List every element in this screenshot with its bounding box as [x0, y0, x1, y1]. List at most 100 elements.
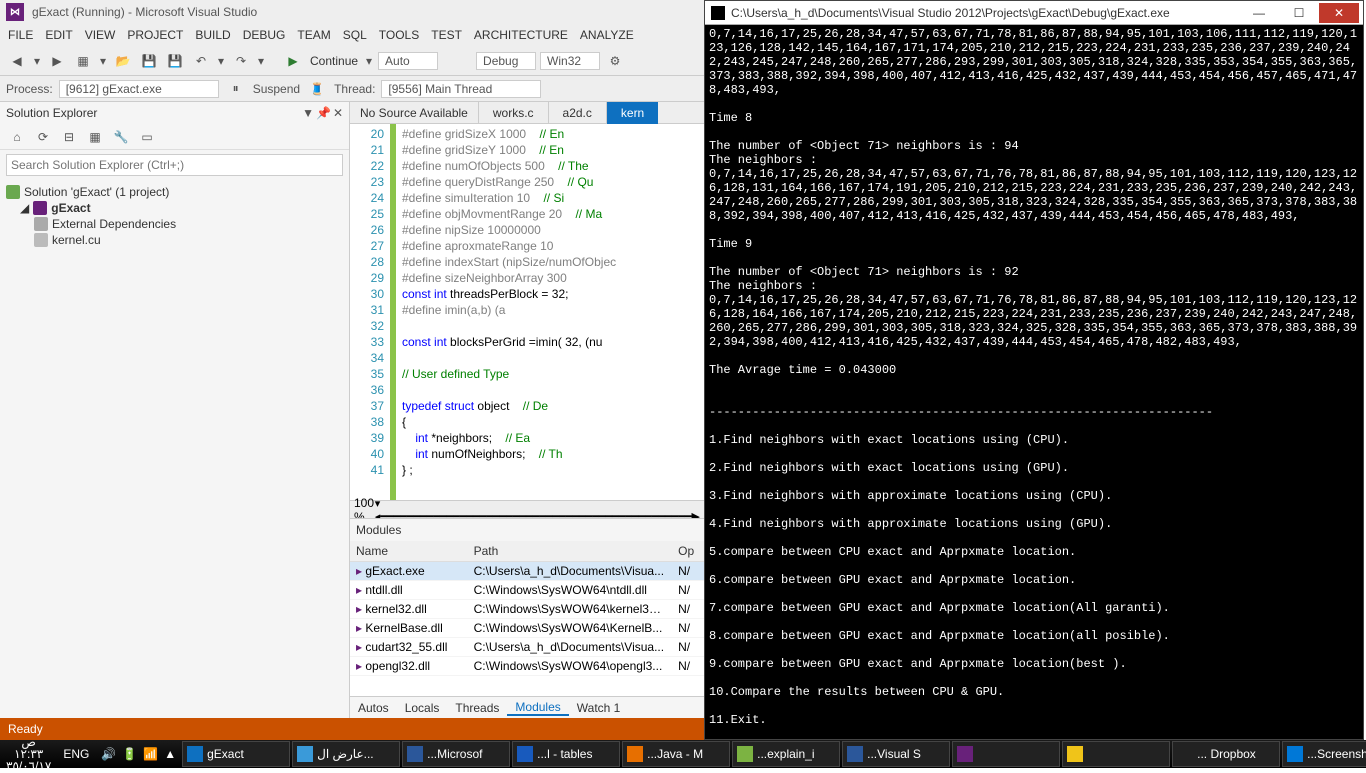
menu-build[interactable]: BUILD [195, 28, 230, 42]
maximize-button[interactable]: ☐ [1279, 3, 1319, 23]
vs-titlebar[interactable]: ⋈ gExact (Running) - Microsoft Visual St… [0, 0, 704, 24]
close-button[interactable]: ✕ [1319, 3, 1359, 23]
open-icon[interactable]: 📂 [112, 50, 134, 72]
taskbar-tasks[interactable]: gExactعارض ال......Microsof...l - tables… [182, 741, 1366, 767]
task-item[interactable] [952, 741, 1060, 767]
undo-icon[interactable]: ↶ [190, 50, 212, 72]
preview-icon[interactable]: ▭ [136, 126, 158, 148]
properties-icon[interactable]: 🔧 [110, 126, 132, 148]
solution-search[interactable] [0, 150, 349, 180]
close-icon[interactable]: ✕ [333, 106, 343, 120]
tree-solution[interactable]: Solution 'gExact' (1 project) [24, 185, 169, 199]
code-editor[interactable]: 2021222324252627282930313233343536373839… [350, 124, 704, 500]
task-item[interactable]: ... Dropbox [1172, 741, 1280, 767]
menu-architecture[interactable]: ARCHITECTURE [474, 28, 568, 42]
tray-icon[interactable]: 📶 [143, 747, 158, 761]
module-row[interactable]: ▸ kernel32.dllC:\Windows\SysWOW64\kernel… [350, 600, 704, 619]
suspend-button[interactable]: Suspend [253, 82, 300, 96]
menu-view[interactable]: VIEW [85, 28, 116, 42]
zoom-control[interactable]: 100 % ▾ ◂━━━━━━━━━━━━━━━━━━━━━━━━━━━━━━━… [350, 500, 704, 518]
tab-works[interactable]: works.c [478, 102, 548, 124]
task-item[interactable]: gExact [182, 741, 290, 767]
vs-menubar[interactable]: FILE EDIT VIEW PROJECT BUILD DEBUG TEAM SQL TOOL… [0, 24, 704, 46]
task-item[interactable]: عارض ال... [292, 741, 400, 767]
taskbar[interactable]: ص ١٢:٣٣ ٣٥/٠٦/١٧ ENG 🔊 🔋 📶 ▲ gExactعارض … [0, 740, 1366, 768]
tray-icon[interactable]: ▲ [164, 747, 176, 761]
pin-icon[interactable]: 📌 [316, 106, 331, 120]
vs-debug-toolbar[interactable]: Process: [9612] gExact.exe ⏸ Suspend 🧵 T… [0, 76, 704, 102]
task-item[interactable]: ...Screensh [1282, 741, 1366, 767]
tree-project[interactable]: gExact [51, 201, 90, 215]
modules-title[interactable]: Modules [350, 519, 704, 541]
toolbar-extra-icon[interactable]: ⚙ [604, 50, 626, 72]
vs-toolbar[interactable]: ◀▾ ▶ ▦▾ 📂 💾 💾 ↶▾ ↷▾ ▶ Continue▾ Auto Deb… [0, 46, 704, 76]
task-item[interactable]: ...explain_i [732, 741, 840, 767]
bottom-tab[interactable]: Modules [507, 700, 568, 716]
menu-project[interactable]: PROJECT [127, 28, 183, 42]
language-indicator[interactable]: ENG [57, 747, 95, 761]
module-row[interactable]: ▸ ntdll.dllC:\Windows\SysWOW64\ntdll.dll… [350, 581, 704, 600]
thread-dropdown[interactable]: [9556] Main Thread [381, 80, 541, 98]
new-icon[interactable]: ▦ [72, 50, 94, 72]
module-row[interactable]: ▸ gExact.exeC:\Users\a_h_d\Documents\Vis… [350, 562, 704, 581]
bottom-tab[interactable]: Locals [397, 701, 448, 715]
task-item[interactable]: ...Java - M [622, 741, 730, 767]
tree-file[interactable]: kernel.cu [52, 233, 101, 247]
menu-test[interactable]: TEST [431, 28, 462, 42]
module-row[interactable]: ▸ KernelBase.dllC:\Windows\SysWOW64\Kern… [350, 619, 704, 638]
console-body[interactable]: 0,7,14,16,17,25,26,28,34,47,57,63,67,71,… [705, 25, 1363, 739]
menu-debug[interactable]: DEBUG [243, 28, 286, 42]
tab-kernel[interactable]: kern [606, 102, 658, 124]
pause-icon[interactable]: ⏸ [225, 78, 247, 100]
continue-button[interactable]: Continue [308, 54, 360, 68]
forward-icon[interactable]: ▶ [46, 50, 68, 72]
menu-team[interactable]: TEAM [297, 28, 330, 42]
task-item[interactable]: ...Visual S [842, 741, 950, 767]
task-item[interactable] [1062, 741, 1170, 767]
status-bar: Ready [0, 718, 704, 740]
module-row[interactable]: ▸ opengl32.dllC:\Windows\SysWOW64\opengl… [350, 657, 704, 676]
task-item[interactable]: ...Microsof [402, 741, 510, 767]
menu-tools[interactable]: TOOLS [379, 28, 419, 42]
solution-search-input[interactable] [6, 154, 343, 176]
config-debug-dropdown[interactable]: Debug [476, 52, 536, 70]
showall-icon[interactable]: ▦ [84, 126, 106, 148]
system-tray[interactable]: 🔊 🔋 📶 ▲ [95, 747, 182, 761]
solution-tree[interactable]: Solution 'gExact' (1 project) ◢gExact Ex… [0, 180, 349, 718]
solution-explorer-toolbar[interactable]: ⌂ ⟳ ⊟ ▦ 🔧 ▭ [0, 124, 349, 150]
tab-a2d[interactable]: a2d.c [548, 102, 606, 124]
continue-icon[interactable]: ▶ [282, 50, 304, 72]
bottom-tab[interactable]: Autos [350, 701, 397, 715]
bottom-tab[interactable]: Watch 1 [569, 701, 629, 715]
menu-edit[interactable]: EDIT [45, 28, 72, 42]
module-row[interactable]: ▸ cudart32_55.dllC:\Users\a_h_d\Document… [350, 638, 704, 657]
redo-icon[interactable]: ↷ [230, 50, 252, 72]
tab-nosource[interactable]: No Source Available [350, 106, 478, 120]
refresh-icon[interactable]: ⟳ [32, 126, 54, 148]
tray-icon[interactable]: 🔊 [101, 747, 116, 761]
menu-sql[interactable]: SQL [343, 28, 367, 42]
modules-table[interactable]: NamePathOp▸ gExact.exeC:\Users\a_h_d\Doc… [350, 541, 704, 696]
minimize-button[interactable]: — [1239, 3, 1279, 23]
process-dropdown[interactable]: [9612] gExact.exe [59, 80, 219, 98]
save-icon[interactable]: 💾 [138, 50, 160, 72]
bottom-tabs[interactable]: AutosLocalsThreadsModulesWatch 1 [350, 696, 704, 718]
console-titlebar[interactable]: C:\Users\a_h_d\Documents\Visual Studio 2… [705, 1, 1363, 25]
clock[interactable]: ص ١٢:٣٣ ٣٥/٠٦/١٧ [0, 736, 57, 772]
menu-file[interactable]: FILE [8, 28, 33, 42]
saveall-icon[interactable]: 💾 [164, 50, 186, 72]
menu-analyze[interactable]: ANALYZE [580, 28, 634, 42]
platform-dropdown[interactable]: Win32 [540, 52, 600, 70]
back-icon[interactable]: ◀ [6, 50, 28, 72]
config-auto-dropdown[interactable]: Auto [378, 52, 438, 70]
home-icon[interactable]: ⌂ [6, 126, 28, 148]
tray-icon[interactable]: 🔋 [122, 747, 137, 761]
task-item[interactable]: ...l - tables [512, 741, 620, 767]
bottom-tab[interactable]: Threads [447, 701, 507, 715]
code-content[interactable]: #define gridSizeX 1000 // En#define grid… [396, 124, 704, 500]
solution-explorer-header[interactable]: Solution Explorer ▼ 📌 ✕ [0, 102, 349, 124]
tree-deps[interactable]: External Dependencies [52, 217, 176, 231]
dropdown-icon[interactable]: ▼ [302, 106, 314, 120]
editor-tabs[interactable]: No Source Available works.c a2d.c kern [350, 102, 704, 124]
collapse-icon[interactable]: ⊟ [58, 126, 80, 148]
